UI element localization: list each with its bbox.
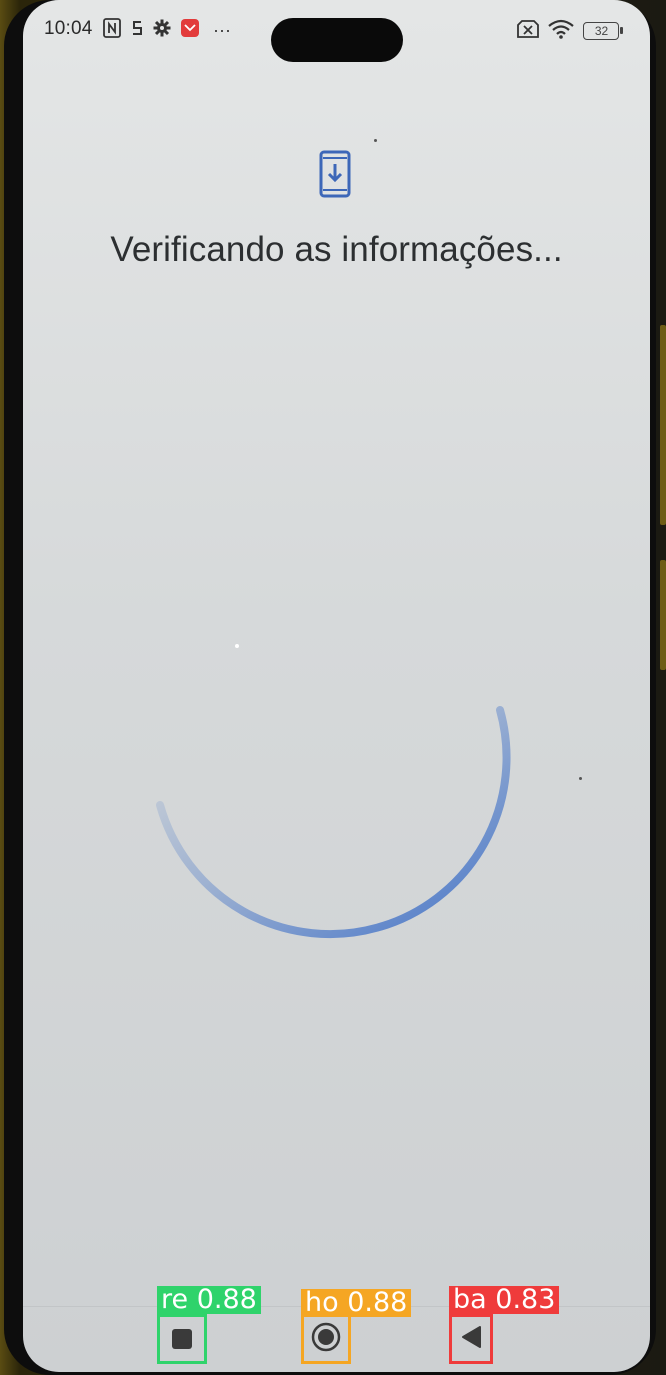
wifi-icon: [548, 19, 574, 44]
home-button[interactable]: [301, 1314, 351, 1364]
status-bar: 10:04 ··· 32: [23, 10, 650, 62]
screen-speck: [235, 644, 239, 648]
circle-icon: [310, 1321, 342, 1358]
battery-icon: 32: [583, 22, 623, 40]
phone-download-icon: [319, 150, 351, 198]
detection-label-recents: re 0.88: [157, 1286, 261, 1314]
detection-label-home: ho 0.88: [301, 1289, 412, 1317]
square-icon: [172, 1329, 192, 1349]
system-icons: 32: [517, 19, 623, 43]
volume-button: [660, 560, 666, 670]
app-notification-icon: [180, 18, 200, 43]
notification-icons: ···: [103, 17, 231, 43]
phone-frame: 10:04 ··· 32 Verificando as informações.…: [0, 0, 666, 1375]
screen: 10:04 ··· 32 Verificando as informações.…: [23, 0, 650, 1372]
back-button[interactable]: [449, 1314, 493, 1364]
triangle-back-icon: [460, 1325, 482, 1354]
recents-button[interactable]: [157, 1314, 207, 1364]
page-title: Verificando as informações...: [110, 230, 563, 269]
power-button: [660, 325, 666, 525]
sync-s-icon: [130, 18, 144, 43]
battery-level: 32: [594, 24, 609, 38]
status-time: 10:04: [44, 18, 93, 39]
camera-cutout: [271, 18, 403, 62]
nfc-icon: [103, 17, 121, 43]
no-sim-icon: [517, 19, 539, 44]
screen-speck: [374, 139, 377, 142]
phone-bezel: 10:04 ··· 32 Verificando as informações.…: [4, 0, 656, 1375]
settings-gear-icon: [153, 19, 171, 42]
detection-label-back: ba 0.83: [449, 1286, 560, 1314]
more-notifications-icon: ···: [213, 19, 231, 40]
loading-spinner: [150, 625, 520, 995]
screen-speck: [579, 777, 582, 780]
